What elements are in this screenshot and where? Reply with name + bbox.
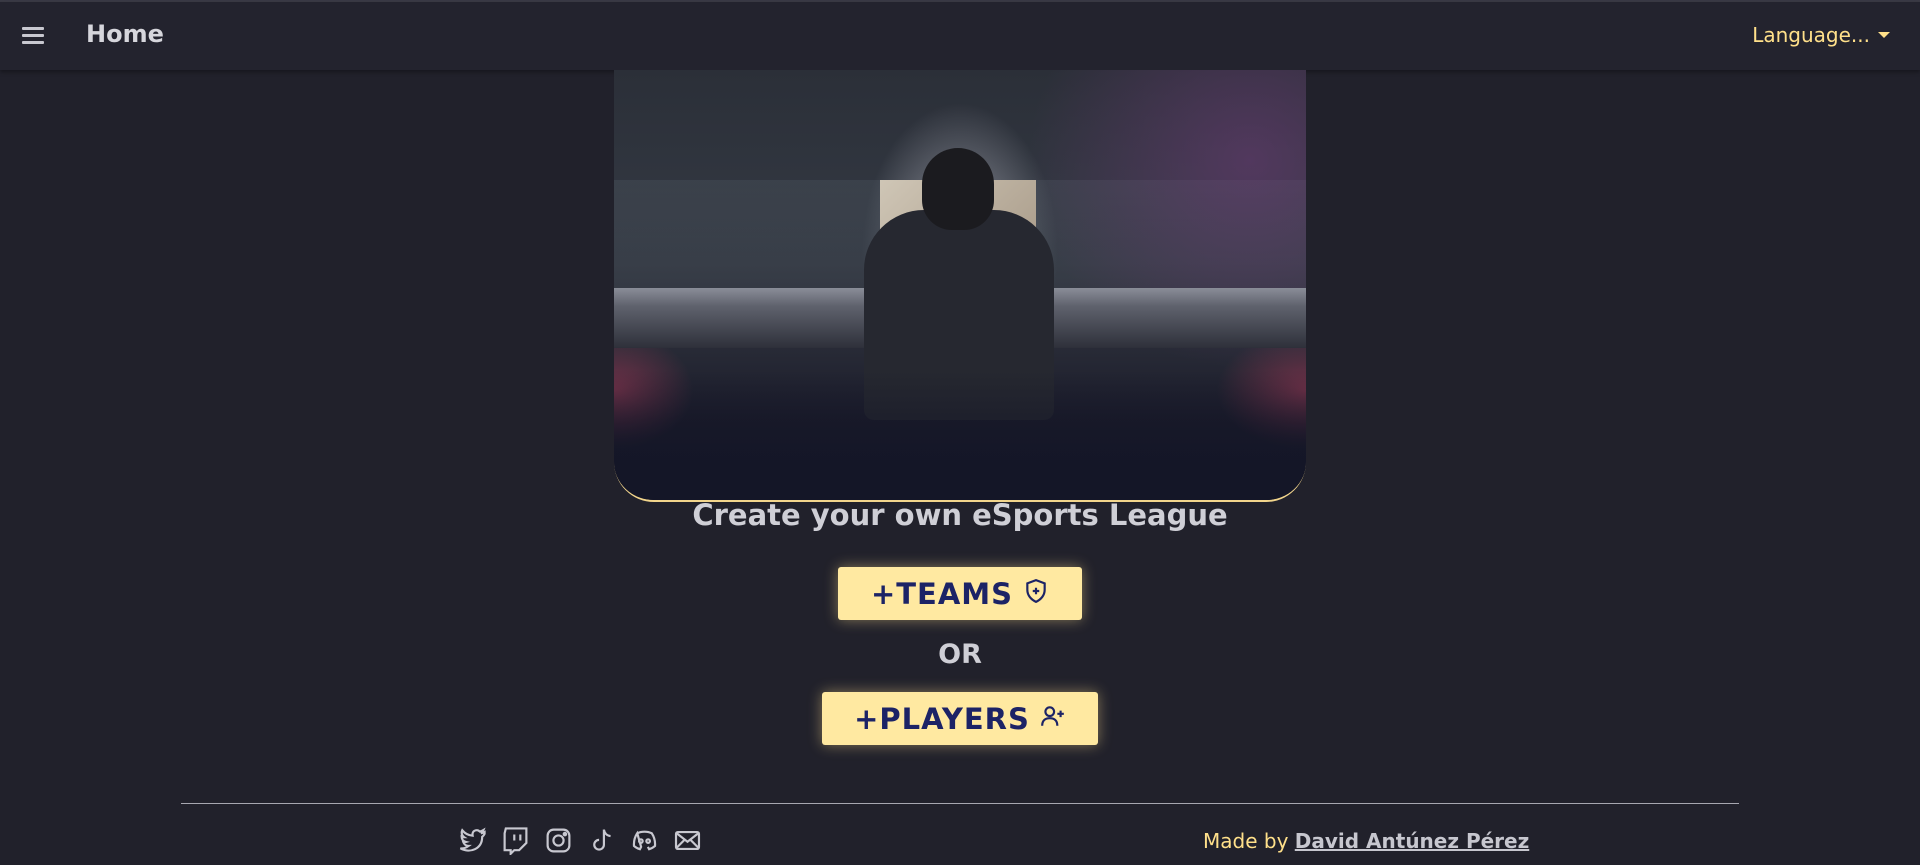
language-dropdown[interactable]: Language... xyxy=(1752,23,1890,47)
hero-image xyxy=(614,70,1306,502)
author-link[interactable]: David Antúnez Pérez xyxy=(1295,829,1529,853)
app-header: Home Language... xyxy=(0,2,1920,70)
twitter-icon[interactable] xyxy=(458,826,487,855)
tagline: Create your own eSports League xyxy=(692,498,1228,532)
footer-credit: Made by David Antúnez Pérez xyxy=(1203,829,1529,853)
made-by-label: Made by xyxy=(1203,829,1295,853)
chevron-down-icon xyxy=(1878,32,1890,38)
tiktok-icon[interactable] xyxy=(587,826,616,855)
mail-icon[interactable] xyxy=(673,826,702,855)
social-links xyxy=(458,826,702,857)
or-separator: OR xyxy=(938,639,982,670)
add-teams-label: +TEAMS xyxy=(870,576,1014,611)
footer-divider xyxy=(181,803,1739,804)
discord-icon[interactable] xyxy=(630,826,659,855)
menu-icon[interactable] xyxy=(20,23,46,49)
shield-plus-icon xyxy=(1023,577,1049,611)
page-title: Home xyxy=(86,20,164,48)
instagram-icon[interactable] xyxy=(544,826,573,855)
twitch-icon[interactable] xyxy=(501,826,530,857)
language-label: Language... xyxy=(1752,23,1870,47)
add-teams-button[interactable]: +TEAMS xyxy=(838,567,1082,620)
user-plus-icon xyxy=(1040,702,1066,736)
add-players-button[interactable]: +PLAYERS xyxy=(822,692,1098,745)
add-players-label: +PLAYERS xyxy=(854,701,1030,736)
